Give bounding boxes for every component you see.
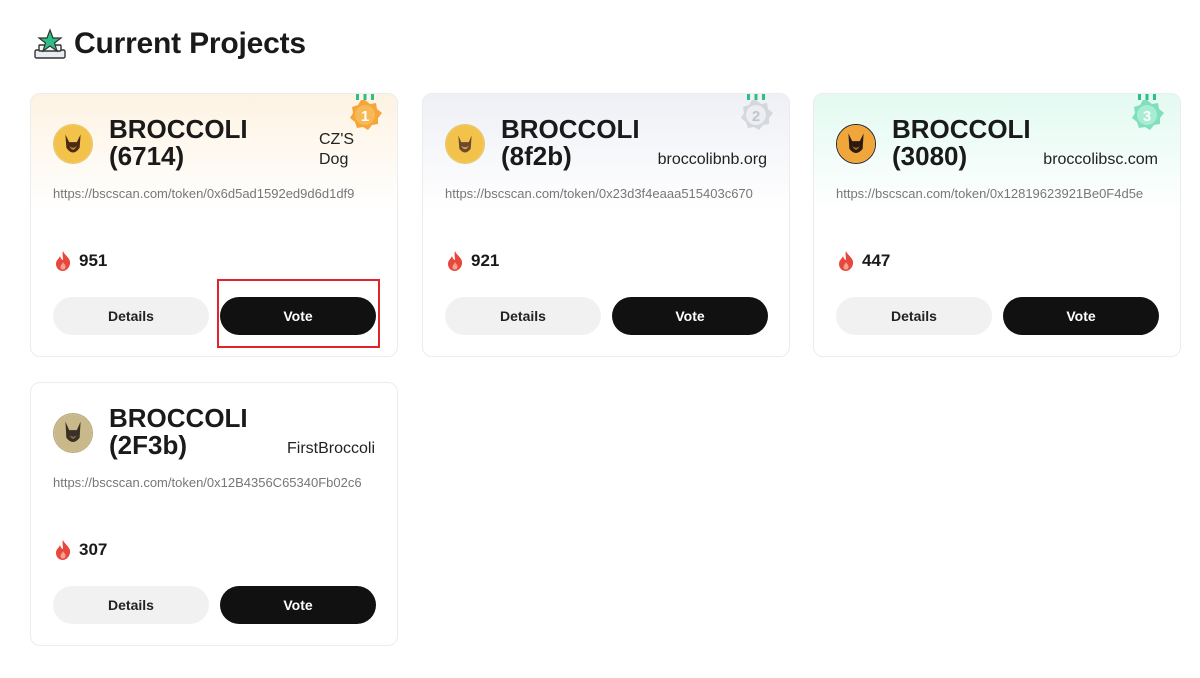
gold-medal-icon: 1 bbox=[350, 94, 382, 130]
silver-medal-icon: 2 bbox=[741, 94, 773, 130]
project-contract-url[interactable]: https://bscscan.com/token/0x6d5ad1592ed9… bbox=[53, 186, 375, 201]
vote-count: 951 bbox=[79, 251, 108, 270]
podium-icon bbox=[34, 28, 66, 59]
page-header: Current Projects bbox=[32, 24, 306, 64]
project-contract-url[interactable]: https://bscscan.com/token/0x12B4356C6534… bbox=[53, 475, 375, 490]
project-contract-url[interactable]: https://bscscan.com/token/0x23d3f4eaaa51… bbox=[445, 186, 767, 201]
project-card-4: BROCCOLI (2F3b) FirstBroccoli https://bs… bbox=[30, 382, 398, 646]
project-avatar bbox=[445, 124, 485, 164]
svg-text:2: 2 bbox=[752, 108, 760, 125]
project-card-2: BROCCOLI (8f2b) broccolibnb.org https://… bbox=[422, 93, 790, 357]
details-button[interactable]: Details bbox=[836, 297, 992, 335]
project-website: FirstBroccoli bbox=[286, 440, 375, 457]
project-avatar bbox=[836, 124, 876, 164]
project-name: BROCCOLI (6714) bbox=[109, 114, 248, 171]
details-button[interactable]: Details bbox=[53, 297, 209, 335]
flame-icon bbox=[839, 251, 854, 271]
project-website: broccolibnb.org bbox=[657, 151, 767, 168]
project-website: broccolibsc.com bbox=[1043, 151, 1158, 168]
project-avatar bbox=[53, 413, 93, 453]
vote-button[interactable]: Vote bbox=[612, 297, 768, 335]
vote-count: 447 bbox=[862, 251, 891, 270]
project-avatar bbox=[53, 124, 93, 164]
page-title: Current Projects bbox=[74, 27, 306, 60]
project-card-3: BROCCOLI (3080) broccolibsc.com https://… bbox=[813, 93, 1181, 357]
vote-count: 921 bbox=[471, 251, 500, 270]
vote-button[interactable]: Vote bbox=[220, 586, 376, 624]
vote-count-row: 921 bbox=[445, 250, 499, 272]
vote-button[interactable]: Vote bbox=[1003, 297, 1159, 335]
details-button[interactable]: Details bbox=[445, 297, 601, 335]
svg-text:1: 1 bbox=[361, 108, 369, 125]
green-medal-icon: 3 bbox=[1132, 94, 1164, 130]
project-name: BROCCOLI (2F3b) bbox=[109, 403, 248, 460]
svg-text:3: 3 bbox=[1143, 108, 1151, 125]
details-button[interactable]: Details bbox=[53, 586, 209, 624]
vote-count-row: 307 bbox=[53, 539, 107, 561]
vote-button[interactable]: Vote bbox=[220, 297, 376, 335]
vote-count: 307 bbox=[79, 540, 108, 559]
vote-count-row: 951 bbox=[53, 250, 107, 272]
flame-icon bbox=[448, 251, 463, 271]
flame-icon bbox=[56, 251, 71, 271]
project-contract-url[interactable]: https://bscscan.com/token/0x12819623921B… bbox=[836, 186, 1158, 201]
vote-count-row: 447 bbox=[836, 250, 890, 272]
flame-icon bbox=[56, 540, 71, 560]
project-card-1: BROCCOLI (6714) CZ'S Dog https://bscscan… bbox=[30, 93, 398, 357]
